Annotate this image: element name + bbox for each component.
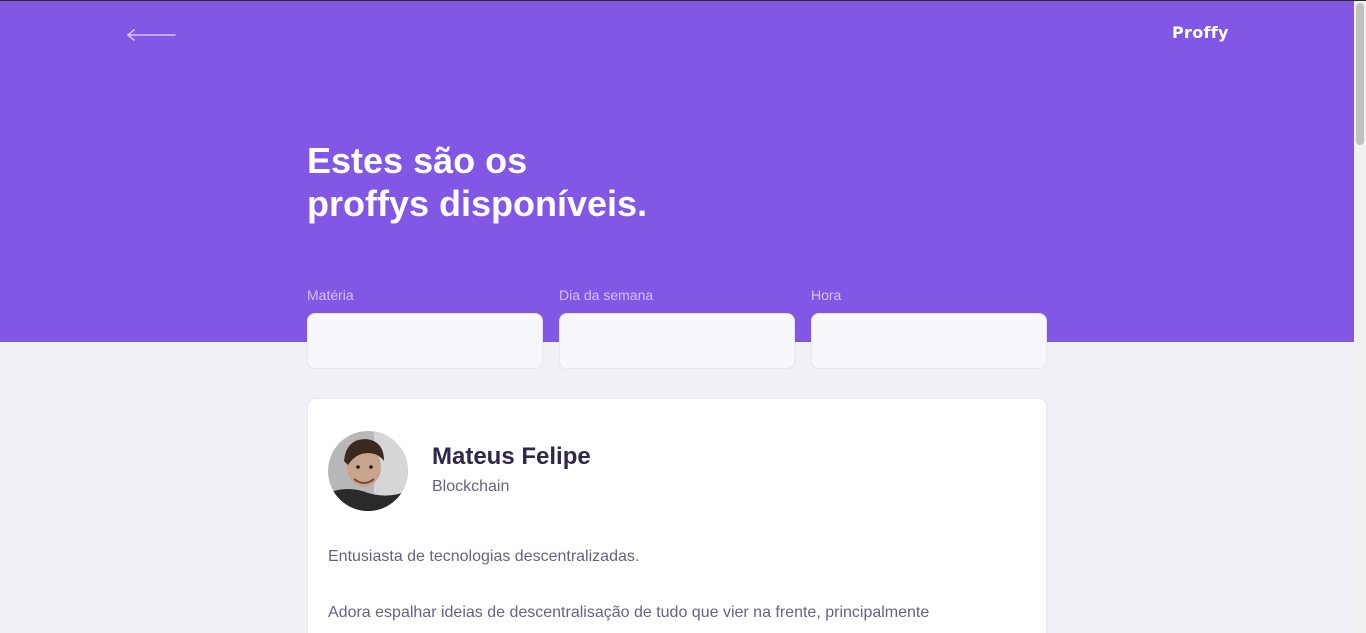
- subject-input[interactable]: [307, 313, 543, 369]
- back-link[interactable]: [124, 23, 178, 47]
- weekday-filter: Dia da semana: [559, 286, 795, 369]
- avatar-photo: [328, 431, 408, 511]
- page-title: Estes são os proffys disponíveis.: [307, 139, 727, 225]
- page: Proffy Estes são os proffys disponíveis.…: [0, 0, 1366, 633]
- subject-label: Matéria: [307, 287, 354, 303]
- arrow-left-icon: [127, 29, 176, 41]
- teacher-bio-paragraph: Entusiasta de tecnologias descentralizad…: [328, 548, 640, 565]
- page-title-line-1: Estes são os: [307, 140, 528, 181]
- teacher-subject: Blockchain: [432, 478, 510, 495]
- teacher-card: Mateus Felipe Blockchain Entusiasta de t…: [307, 398, 1047, 633]
- scrollbar-thumb[interactable]: [1356, 3, 1364, 145]
- vertical-scrollbar[interactable]: [1354, 1, 1366, 633]
- teacher-bio-paragraph: Adora espalhar ideias de descentralisaçã…: [328, 604, 930, 621]
- time-filter: Hora: [811, 286, 1047, 369]
- weekday-label: Dia da semana: [559, 287, 654, 303]
- subject-filter: Matéria: [307, 286, 543, 369]
- time-label: Hora: [811, 287, 842, 303]
- teacher-name: Mateus Felipe: [432, 443, 591, 470]
- avatar: [328, 431, 408, 511]
- time-input[interactable]: [811, 313, 1047, 369]
- page-title-line-2: proffys disponíveis.: [307, 183, 648, 224]
- weekday-input[interactable]: [559, 313, 795, 369]
- proffy-logo: Proffy: [1172, 23, 1229, 42]
